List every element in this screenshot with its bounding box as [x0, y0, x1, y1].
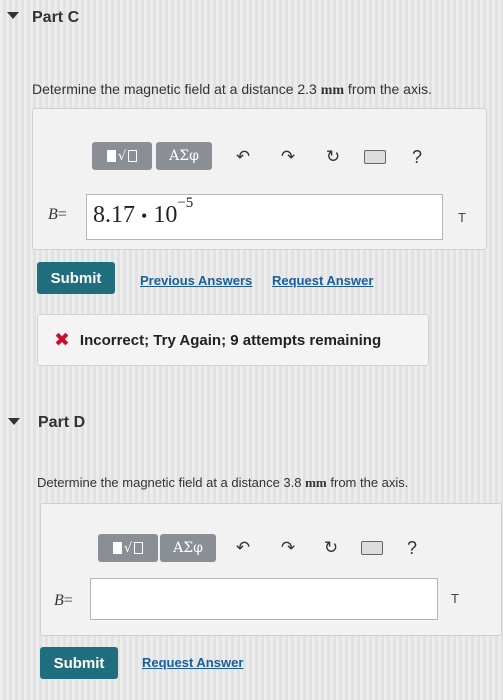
templates-icon: [112, 542, 122, 554]
part-c-unit-label: T: [458, 210, 466, 225]
part-d-submit-button[interactable]: Submit: [40, 647, 118, 679]
part-c-answer-input[interactable]: 8.17 • 10−5: [86, 194, 443, 240]
feedback-text: Incorrect; Try Again; 9 attempts remaini…: [79, 331, 382, 349]
templates-button[interactable]: √: [98, 534, 158, 562]
previous-answers-link[interactable]: Previous Answers: [140, 273, 252, 288]
part-d-title: Part D: [38, 414, 86, 431]
keyboard-icon[interactable]: [361, 541, 383, 555]
answer-value: 8.17 • 10−5: [93, 195, 194, 228]
part-d-variable-label: B=: [54, 592, 73, 609]
undo-icon[interactable]: ↶: [232, 537, 254, 559]
part-c-title: Part C: [32, 9, 80, 26]
greek-symbols-button[interactable]: ΑΣφ: [156, 142, 212, 170]
help-icon[interactable]: ?: [407, 538, 417, 559]
part-c-variable-label: B=: [48, 206, 67, 223]
feedback-banner: ✖ Incorrect; Try Again; 9 attempts remai…: [37, 314, 429, 366]
part-c-submit-button[interactable]: Submit: [37, 262, 115, 294]
part-d-request-answer-link[interactable]: Request Answer: [142, 655, 243, 670]
templates-icon: [106, 150, 116, 162]
part-d-question: Determine the magnetic field at a distan…: [37, 475, 409, 490]
reset-icon[interactable]: ↻: [322, 146, 344, 168]
redo-icon[interactable]: ↷: [277, 537, 299, 559]
redo-icon[interactable]: ↷: [277, 146, 299, 168]
greek-symbols-button[interactable]: ΑΣφ: [160, 534, 216, 562]
templates-button[interactable]: √: [92, 142, 152, 170]
help-icon[interactable]: ?: [412, 147, 422, 168]
incorrect-x-icon: ✖: [54, 329, 70, 351]
part-d-answer-input[interactable]: [90, 578, 438, 620]
undo-icon[interactable]: ↶: [232, 146, 254, 168]
reset-icon[interactable]: ↻: [320, 537, 342, 559]
part-d-collapse-caret[interactable]: [8, 418, 20, 425]
part-c-collapse-caret[interactable]: [7, 12, 19, 19]
keyboard-icon[interactable]: [364, 150, 386, 164]
part-c-request-answer-link[interactable]: Request Answer: [272, 273, 373, 288]
part-c-question: Determine the magnetic field at a distan…: [32, 81, 432, 98]
part-d-unit-label: T: [451, 591, 459, 606]
